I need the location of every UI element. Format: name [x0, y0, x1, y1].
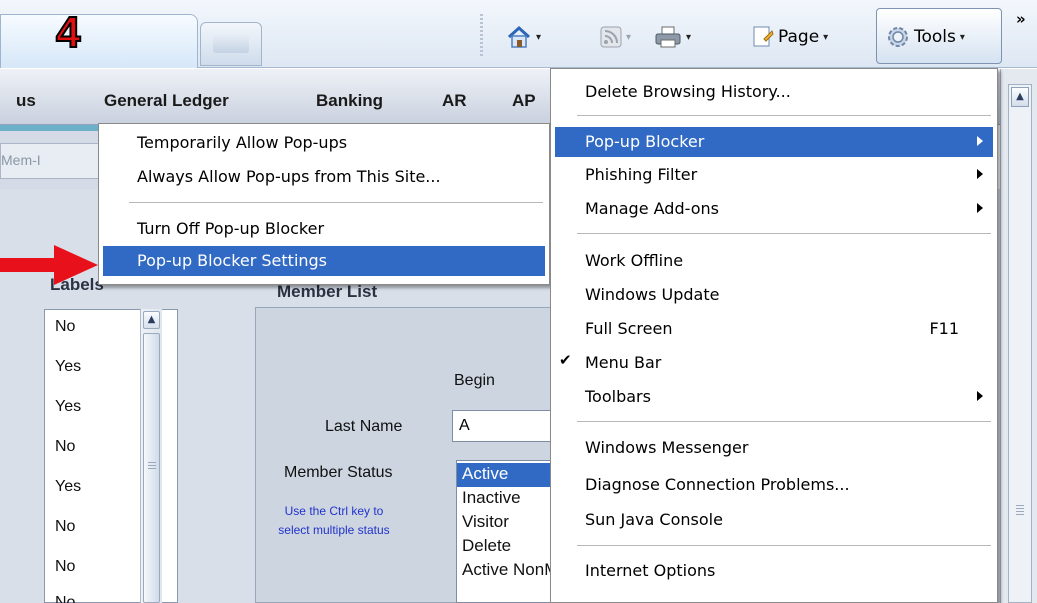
menu-item-popup-blocker[interactable]: Pop-up Blocker: [555, 127, 993, 157]
labels-scrollbar[interactable]: ▲: [140, 309, 162, 603]
menu-separator: [577, 545, 991, 546]
menu-item-toolbars[interactable]: Toolbars: [551, 382, 997, 412]
scroll-up-icon[interactable]: ▲: [143, 311, 160, 329]
submenu-arrow-icon: [977, 136, 983, 146]
menu-item-toolbars-label: Toolbars: [585, 387, 651, 406]
member-list-header: Member List: [277, 282, 378, 301]
tools-dropdown-icon: ▾: [959, 31, 965, 43]
home-icon: [507, 25, 531, 48]
menu-separator: [129, 202, 543, 203]
tools-menu: Delete Browsing History... Pop-up Blocke…: [550, 68, 998, 603]
step-badge: 4: [55, 8, 82, 57]
rss-feed-icon: [600, 26, 622, 48]
new-tab-button[interactable]: [200, 22, 262, 66]
status-option-delete[interactable]: Delete: [457, 535, 557, 559]
list-item[interactable]: Yes: [55, 358, 81, 376]
page-scrollbar[interactable]: ▲: [1008, 84, 1032, 603]
status-option-inactive[interactable]: Inactive: [457, 487, 557, 511]
menu-item-turn-off-popup-blocker[interactable]: Turn Off Pop-up Blocker: [99, 214, 549, 244]
list-item[interactable]: No: [55, 594, 75, 603]
submenu-arrow-icon: [977, 169, 983, 179]
menu-item-full-screen[interactable]: Full Screen F11: [551, 314, 997, 344]
list-item[interactable]: No: [55, 438, 75, 456]
ctrl-select-hint: Use the Ctrl key to select multiple stat…: [278, 504, 390, 537]
member-status-label: Member Status: [284, 464, 393, 481]
page-menu-label: Page: [778, 27, 820, 47]
gear-icon: [888, 27, 908, 47]
print-dropdown-icon[interactable]: ▾: [686, 32, 691, 43]
toolbar-overflow-chevron-icon[interactable]: »: [1016, 10, 1026, 28]
tab-mem-i-label: Mem-I: [1, 152, 41, 168]
menu-item-manage-addons[interactable]: Manage Add-ons: [551, 194, 997, 224]
menu-item-menu-bar-label: Menu Bar: [585, 353, 662, 372]
menu-item-phishing-filter[interactable]: Phishing Filter: [551, 160, 997, 190]
scrollbar-thumb[interactable]: [143, 333, 160, 603]
submenu-arrow-icon: [977, 391, 983, 401]
red-pointer-arrow-icon: [0, 245, 98, 285]
page-scroll-up-icon[interactable]: ▲: [1011, 87, 1029, 107]
menu-item-work-offline[interactable]: Work Offline: [551, 246, 997, 276]
browser-toolbar: 4 ▾ ▾ ▾ Page ▾ Tools ▾ »: [0, 0, 1037, 68]
menu-separator: [577, 233, 991, 234]
printer-icon: [655, 26, 681, 48]
browser-tab-active[interactable]: [0, 14, 198, 68]
menu-item-windows-update[interactable]: Windows Update: [551, 280, 997, 310]
menu-item-menu-bar[interactable]: ✔ Menu Bar: [551, 348, 997, 378]
page-icon: [753, 26, 774, 47]
tools-button-content[interactable]: Tools ▾: [886, 22, 965, 52]
page-dropdown-icon: ▾: [823, 31, 829, 43]
feeds-dropdown-icon[interactable]: ▾: [626, 32, 631, 43]
toolbar-grip[interactable]: [480, 14, 483, 58]
print-button[interactable]: ▾: [654, 22, 691, 52]
menu-item-popup-blocker-settings[interactable]: Pop-up Blocker Settings: [103, 246, 545, 276]
status-option-active-nonmbr[interactable]: Active NonMbr: [457, 559, 557, 583]
submenu-arrow-icon: [977, 203, 983, 213]
menu-item-temporarily-allow-popups[interactable]: Temporarily Allow Pop-ups: [99, 128, 549, 158]
last-name-label: Last Name: [325, 418, 403, 435]
page-scrollbar-grip-icon: [1016, 505, 1024, 515]
menu-item-internet-options[interactable]: Internet Options: [551, 556, 997, 586]
menu-item-popup-blocker-label: Pop-up Blocker: [585, 132, 705, 151]
begin-label: Begin: [454, 372, 495, 389]
menu-separator: [577, 115, 991, 116]
new-tab-icon: [213, 35, 249, 53]
nav-item-ap[interactable]: AP: [512, 91, 536, 111]
scrollbar-grip-icon: [148, 462, 156, 470]
home-dropdown-icon[interactable]: ▾: [536, 32, 541, 43]
home-button[interactable]: ▾: [506, 22, 541, 52]
list-item[interactable]: No: [55, 558, 75, 576]
menu-separator: [577, 421, 991, 422]
status-option-visitor[interactable]: Visitor: [457, 511, 557, 535]
nav-item-banking[interactable]: Banking: [316, 91, 383, 111]
menu-item-windows-messenger[interactable]: Windows Messenger: [551, 433, 997, 463]
menu-item-manage-addons-label: Manage Add-ons: [585, 199, 719, 218]
nav-item-partial[interactable]: us: [16, 91, 36, 111]
menu-item-sun-java-console[interactable]: Sun Java Console: [551, 505, 997, 535]
checkmark-icon: ✔: [559, 351, 572, 369]
page-menu-button[interactable]: Page ▾: [752, 22, 828, 52]
menu-item-diagnose-connection[interactable]: Diagnose Connection Problems...: [551, 470, 997, 500]
list-item[interactable]: No: [55, 318, 75, 336]
nav-item-ar[interactable]: AR: [442, 91, 467, 111]
menu-item-always-allow-popups[interactable]: Always Allow Pop-ups from This Site...: [99, 162, 549, 192]
list-item[interactable]: Yes: [55, 478, 81, 496]
nav-item-general-ledger[interactable]: General Ledger: [104, 91, 229, 111]
list-item[interactable]: Yes: [55, 398, 81, 416]
full-screen-shortcut: F11: [929, 319, 959, 338]
tools-menu-label: Tools: [914, 27, 956, 47]
last-name-input[interactable]: A: [452, 410, 552, 442]
member-status-listbox[interactable]: Active Inactive Visitor Delete Active No…: [456, 460, 557, 603]
popup-blocker-submenu: Temporarily Allow Pop-ups Always Allow P…: [98, 123, 550, 285]
menu-item-phishing-filter-label: Phishing Filter: [585, 165, 698, 184]
menu-item-delete-browsing-history[interactable]: Delete Browsing History...: [551, 77, 997, 107]
menu-item-full-screen-label: Full Screen: [585, 319, 673, 338]
feeds-button[interactable]: ▾: [600, 22, 631, 52]
list-item[interactable]: No: [55, 518, 75, 536]
status-option-active[interactable]: Active: [457, 463, 557, 487]
